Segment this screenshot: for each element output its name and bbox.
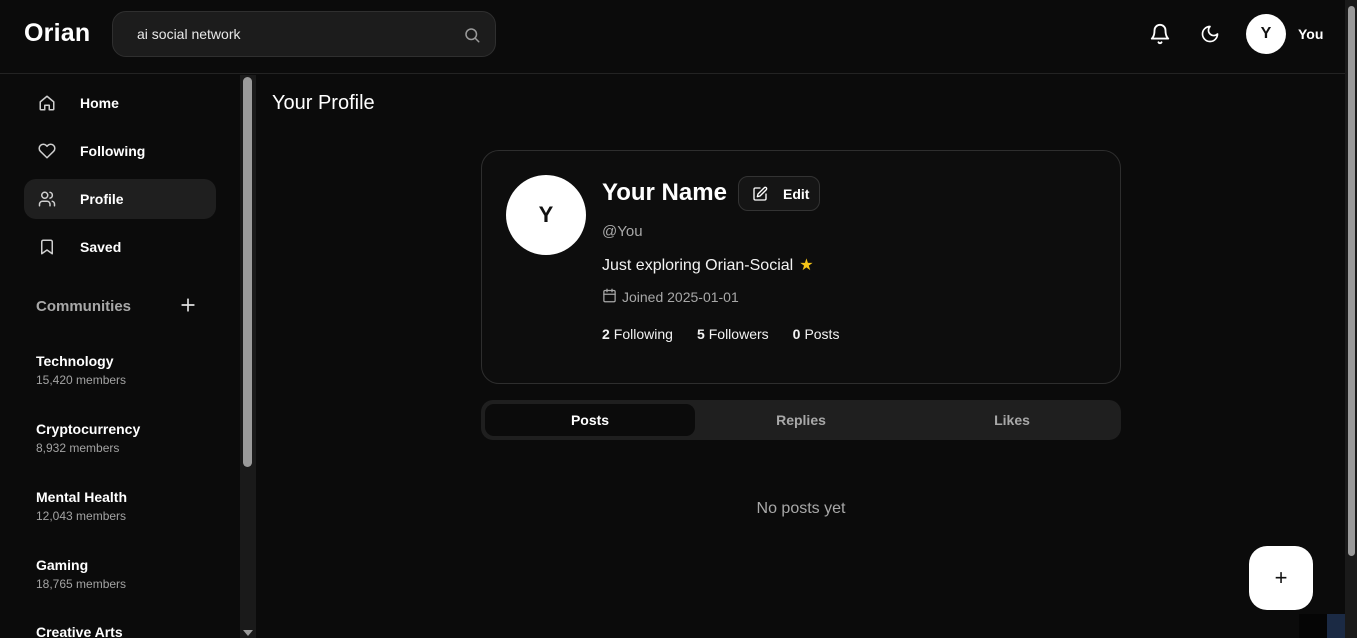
edit-icon (753, 186, 768, 201)
sidebar-item-label: Profile (80, 191, 124, 207)
profile-stats: 2 Following 5 Followers 0 Posts (602, 326, 839, 342)
sidebar-item-saved[interactable]: Saved (24, 227, 216, 267)
sidebar-item-label: Saved (80, 239, 122, 255)
community-item-technology[interactable]: Technology 15,420 members (36, 353, 126, 387)
plus-icon[interactable] (178, 295, 198, 315)
community-members: 8,932 members (36, 441, 120, 455)
profile-card: Y Your Name Edit @You Just exploring Ori… (481, 150, 1121, 384)
sidebar: Home Following Profile Saved Communities… (0, 75, 240, 638)
community-name: Gaming (36, 557, 89, 573)
stat-value: 0 (792, 326, 801, 342)
sidebar-item-home[interactable]: Home (24, 83, 216, 123)
moon-icon[interactable] (1200, 24, 1220, 44)
search-input[interactable] (137, 12, 457, 56)
sidebar-item-profile[interactable]: Profile (24, 179, 216, 219)
edit-button-label: Edit (783, 186, 810, 202)
page-scrollbar-thumb[interactable] (1348, 6, 1355, 556)
app-logo[interactable]: Orian (24, 19, 90, 48)
sidebar-item-following[interactable]: Following (24, 131, 216, 171)
community-name: Mental Health (36, 489, 128, 505)
tab-posts[interactable]: Posts (485, 404, 695, 436)
profile-joined-text: Joined 2025-01-01 (622, 289, 739, 305)
search-icon[interactable] (463, 26, 481, 44)
community-members: 18,765 members (36, 577, 127, 591)
edit-profile-button[interactable]: Edit (738, 176, 820, 211)
empty-state-text: No posts yet (756, 500, 846, 517)
tab-likes[interactable]: Likes (907, 404, 1117, 436)
profile-handle: @You (602, 223, 643, 240)
profile-bio-text: Just exploring Orian-Social (602, 257, 794, 274)
avatar[interactable]: Y (1246, 14, 1286, 54)
stat-following[interactable]: 2 Following (602, 326, 673, 342)
stat-label: Posts (804, 326, 840, 342)
page-scrollbar[interactable] (1345, 0, 1357, 638)
top-bar: Orian Y You (0, 0, 1345, 74)
stat-label: Following (613, 326, 673, 342)
profile-name: Your Name (602, 179, 727, 206)
users-icon (38, 191, 56, 207)
community-item-mental-health[interactable]: Mental Health 12,043 members (36, 489, 127, 523)
community-name: Cryptocurrency (36, 421, 141, 437)
stat-value: 5 (696, 326, 705, 342)
sidebar-item-label: Following (80, 143, 146, 159)
stat-followers[interactable]: 5 Followers (697, 326, 769, 342)
bookmark-icon (41, 239, 53, 255)
community-name: Creative Arts (36, 624, 123, 638)
create-post-button[interactable]: + (1249, 546, 1313, 610)
profile-joined: Joined 2025-01-01 (602, 288, 739, 305)
scroll-down-arrow-icon[interactable] (243, 630, 253, 636)
sidebar-scrollbar-thumb[interactable] (243, 77, 252, 467)
heart-icon (38, 143, 56, 159)
community-members: 15,420 members (36, 373, 127, 387)
community-members: 12,043 members (36, 509, 127, 523)
user-name-label[interactable]: You (1298, 26, 1323, 42)
community-item-cryptocurrency[interactable]: Cryptocurrency 8,932 members (36, 421, 140, 455)
community-name: Technology (36, 353, 114, 369)
profile-avatar: Y (506, 175, 586, 255)
sidebar-item-label: Home (80, 95, 119, 111)
home-icon (39, 95, 55, 111)
search-box[interactable] (112, 11, 496, 57)
sidebar-scrollbar[interactable] (240, 75, 256, 638)
taskbar-corner (1299, 614, 1345, 638)
bell-icon[interactable] (1149, 23, 1171, 45)
page-title: Your Profile (272, 92, 375, 114)
taskbar-corner-accent (1327, 614, 1345, 638)
community-item-creative-arts[interactable]: Creative Arts (36, 624, 123, 638)
communities-heading: Communities (36, 298, 132, 315)
stat-posts[interactable]: 0 Posts (793, 326, 840, 342)
stat-label: Followers (708, 326, 769, 342)
calendar-icon (603, 288, 616, 303)
profile-bio: Just exploring Orian-Social ★ (602, 255, 814, 275)
star-icon: ★ (799, 257, 814, 274)
stat-value: 2 (602, 326, 610, 342)
profile-tabs: Posts Replies Likes (481, 400, 1121, 440)
tab-replies[interactable]: Replies (696, 404, 906, 436)
community-item-gaming[interactable]: Gaming 18,765 members (36, 557, 126, 591)
